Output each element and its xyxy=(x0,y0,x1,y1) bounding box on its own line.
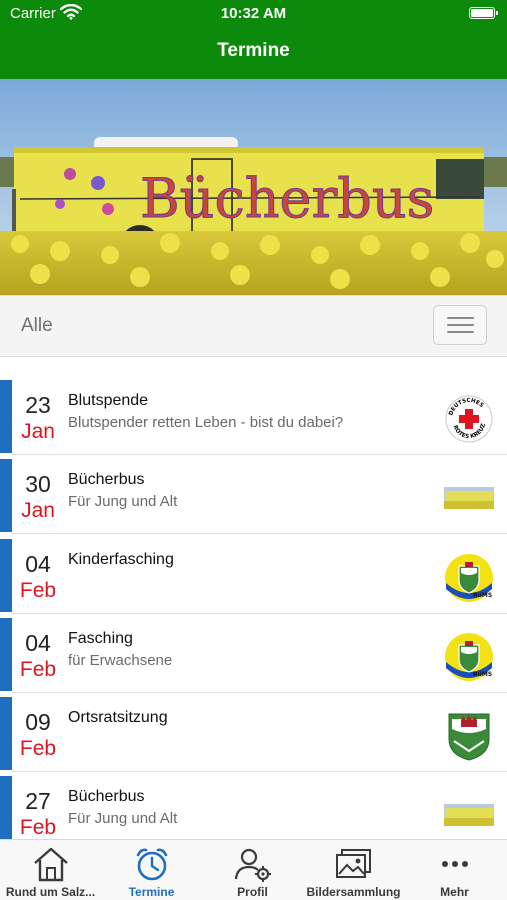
tab-mehr[interactable]: Mehr xyxy=(404,840,505,900)
svg-text:RüMS: RüMS xyxy=(473,592,492,599)
row-accent-stripe xyxy=(0,617,12,691)
bookbus-photo: Bücherbus xyxy=(0,79,507,295)
event-subtitle: für Erwachsene xyxy=(68,651,173,669)
tab-label: Profil xyxy=(237,885,268,899)
drk-logo-icon: DEUTSCHES ROTES KREUZ xyxy=(445,395,493,443)
event-row[interactable]: 04 Feb Fasching für Erwachsene RüMS xyxy=(0,617,507,697)
event-month: Feb xyxy=(19,737,57,761)
event-title: Bücherbus xyxy=(68,788,145,806)
event-day: 09 xyxy=(25,709,51,736)
hamburger-icon-bar xyxy=(447,331,474,333)
filter-label[interactable]: Alle xyxy=(21,315,53,337)
photo-gallery-icon xyxy=(336,849,371,878)
svg-text:RüMS: RüMS xyxy=(473,671,492,678)
event-month: Feb xyxy=(19,578,57,602)
event-title: Bücherbus xyxy=(68,471,145,489)
row-separator xyxy=(12,612,507,614)
home-icon xyxy=(34,847,68,882)
event-month: Feb xyxy=(19,816,57,840)
page-title: Termine xyxy=(217,40,290,61)
event-month: Jan xyxy=(21,420,55,443)
event-title: Blutspende xyxy=(68,392,149,409)
tab-rund-um[interactable]: Rund um Salz... xyxy=(0,840,101,900)
alarm-clock-icon xyxy=(136,848,168,881)
more-icon xyxy=(442,861,468,867)
event-list: 23 Jan Blutspende Blutspender retten Leb… xyxy=(0,380,507,856)
event-title: Kinderfasching xyxy=(68,550,174,568)
event-day: 27 xyxy=(25,788,51,815)
tab-label: Termine xyxy=(128,885,175,899)
banner-image: Bücherbus xyxy=(0,79,507,295)
app-screen: Carrier 10:32 AM Termine Bücherbus Alle … xyxy=(0,0,507,900)
tab-label: Bildersammlung xyxy=(306,885,401,899)
row-separator xyxy=(12,691,507,693)
coat-of-arms-icon xyxy=(448,713,490,761)
event-day: 04 xyxy=(25,550,51,577)
event-day: 04 xyxy=(25,629,51,656)
profile-settings-icon xyxy=(234,848,271,882)
row-accent-stripe xyxy=(0,538,12,612)
row-accent-stripe xyxy=(0,459,12,533)
filter-bar: Alle xyxy=(0,295,507,357)
tab-profil[interactable]: Profil xyxy=(202,840,303,900)
tab-termine[interactable]: Termine xyxy=(101,840,202,900)
row-accent-stripe xyxy=(0,697,12,771)
hamburger-icon-bar xyxy=(447,324,474,326)
bus-lettering: Bücherbus xyxy=(140,167,434,230)
row-separator xyxy=(12,454,507,455)
event-row[interactable]: 30 Jan Bücherbus Für Jung und Alt xyxy=(0,459,507,538)
event-row[interactable]: 04 Feb Kinderfasching RüMS xyxy=(0,538,507,618)
event-subtitle: Für Jung und Alt xyxy=(68,810,178,828)
row-separator xyxy=(12,533,507,535)
bus-photo-icon xyxy=(444,804,494,827)
header: Carrier 10:32 AM Termine xyxy=(0,0,507,79)
row-separator xyxy=(12,771,507,773)
event-day: 30 xyxy=(25,471,51,498)
tab-bar: Rund um Salz... Termine Profil Bildersam… xyxy=(0,839,507,900)
hamburger-icon xyxy=(447,317,474,319)
status-bar: Carrier 10:32 AM xyxy=(0,0,507,30)
event-month: Feb xyxy=(19,657,57,681)
event-subtitle: Blutspender retten Leben - bist du dabei… xyxy=(68,414,344,431)
carnival-club-logo-icon: RüMS xyxy=(445,632,493,681)
tab-label: Rund um Salz... xyxy=(5,885,96,899)
battery-icon xyxy=(469,7,498,19)
bus-photo-icon xyxy=(444,487,494,510)
row-accent-stripe xyxy=(0,380,12,453)
event-row[interactable]: 23 Jan Blutspende Blutspender retten Leb… xyxy=(0,380,507,459)
event-title: Fasching xyxy=(68,629,133,647)
tab-label: Mehr xyxy=(440,885,469,899)
event-day: 23 xyxy=(25,392,51,418)
tab-bildersammlung[interactable]: Bildersammlung xyxy=(303,840,404,900)
event-row[interactable]: 09 Feb Ortsratsitzung xyxy=(0,697,507,776)
filter-menu-button[interactable] xyxy=(433,305,487,345)
event-title: Ortsratsitzung xyxy=(68,709,168,727)
status-time: 10:32 AM xyxy=(220,5,287,22)
carnival-club-logo-icon: RüMS xyxy=(445,553,493,602)
event-subtitle: Für Jung und Alt xyxy=(68,493,178,511)
event-month: Jan xyxy=(21,499,55,523)
